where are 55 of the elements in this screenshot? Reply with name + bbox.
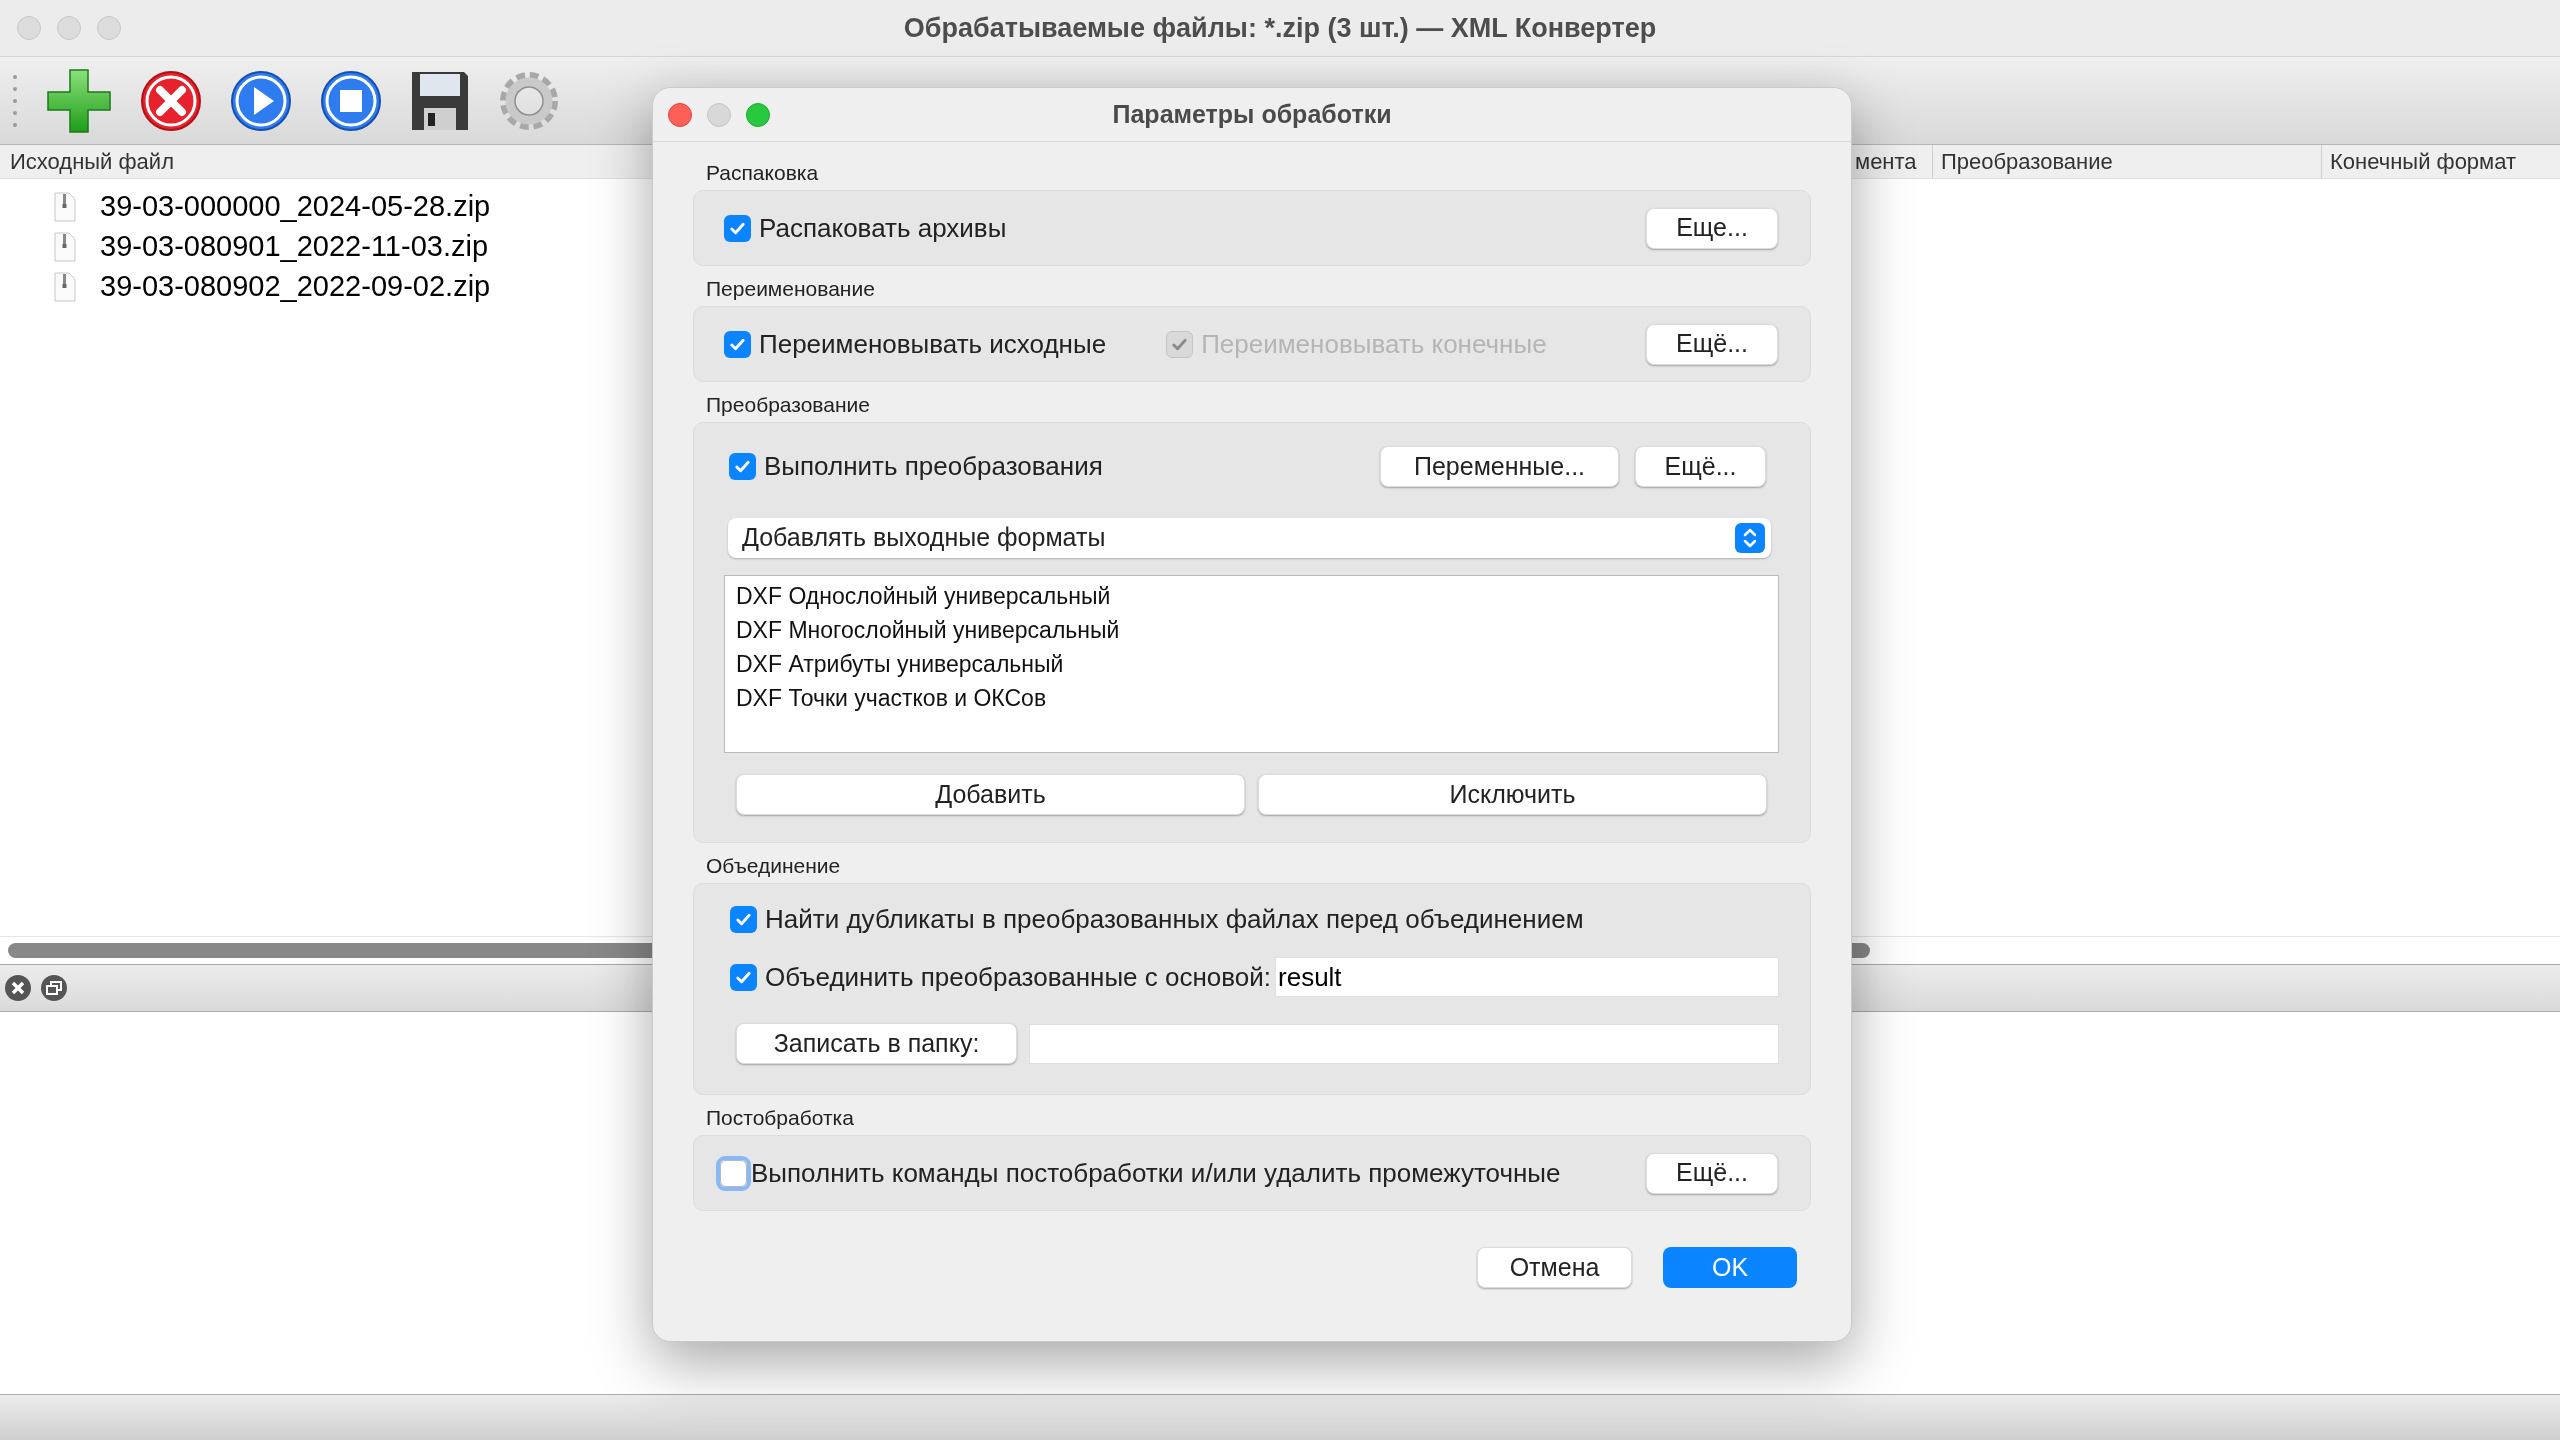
play-icon[interactable] [230,69,292,132]
zip-file-icon [54,192,76,222]
button[interactable]: Ещё... [1635,446,1766,487]
delete-icon[interactable] [140,69,202,132]
close-button[interactable] [668,102,692,127]
list-item[interactable]: DXF Точки участков и ОКСов [736,681,1778,715]
section-label: Переименование [705,276,876,302]
zoom-button[interactable] [746,102,770,127]
checkbox-label: Переименовывать исходные [759,327,1107,361]
ok-button[interactable]: OK [1663,1247,1797,1288]
checkbox-label: Выполнить преобразования [764,450,1103,483]
dropdown[interactable]: Добавлять выходные форматы [728,518,1771,558]
dialog-title: Параметры обработки [1112,98,1392,130]
checkbox[interactable] [730,905,757,933]
toolbar-grip-icon [12,73,18,128]
list-item[interactable]: DXF Многослойный универсальный [736,613,1778,647]
checkbox[interactable] [724,330,751,358]
button[interactable]: Еще... [1646,207,1778,249]
checkbox[interactable] [729,453,756,480]
column-header[interactable]: мента [1855,145,1917,178]
checkbox[interactable] [730,963,757,991]
zip-file-icon [54,232,76,262]
section-label: Распаковка [705,160,820,186]
plus-icon[interactable] [46,67,112,134]
checkbox-label: Распаковать архивы [759,211,1007,245]
save-icon[interactable] [410,69,470,132]
column-header[interactable]: Исходный файл [10,145,174,178]
stop-icon[interactable] [320,69,382,132]
section-label: Постобработка [705,1105,855,1131]
button[interactable]: Записать в папку: [736,1023,1017,1064]
restore-window-icon[interactable] [40,974,68,1002]
zip-file-icon [54,272,76,302]
button[interactable]: Добавить [736,774,1245,815]
checkbox-label: Выполнить команды постобработки и/или удалить промежуточные [751,1156,1561,1190]
list-item[interactable]: DXF Однослойный универсальный [736,579,1778,613]
button[interactable]: Ещё... [1646,323,1778,365]
checkbox-label: Найти дубликаты в преобразованных файлах перед объединением [765,902,1584,936]
button[interactable]: Исключить [1258,774,1767,815]
window-title: Обрабатываемые файлы: *.zip (3 шт.) — XML Конвертер [903,11,1657,45]
settings-icon[interactable] [498,69,560,132]
checkbox[interactable] [724,214,751,242]
dropdown-value: Добавлять выходные форматы [742,522,1106,554]
close-icon[interactable] [4,974,32,1002]
checkbox-label: Объединить преобразованные с основой: [765,960,1271,994]
column-header[interactable]: Конечный формат [2330,145,2517,178]
button[interactable]: Переменные... [1380,446,1619,487]
button[interactable]: Отмена [1477,1247,1632,1288]
section-label: Объединение [705,853,842,879]
section-label: Преобразование [705,392,871,418]
folder-field[interactable] [1029,1023,1779,1064]
list-item[interactable]: DXF Атрибуты универсальный [736,647,1778,681]
stepper-icon [1735,523,1765,553]
button[interactable]: Ещё... [1646,1152,1778,1194]
text-field[interactable]: result [1275,957,1779,997]
column-header[interactable]: Преобразование [1941,145,2113,178]
